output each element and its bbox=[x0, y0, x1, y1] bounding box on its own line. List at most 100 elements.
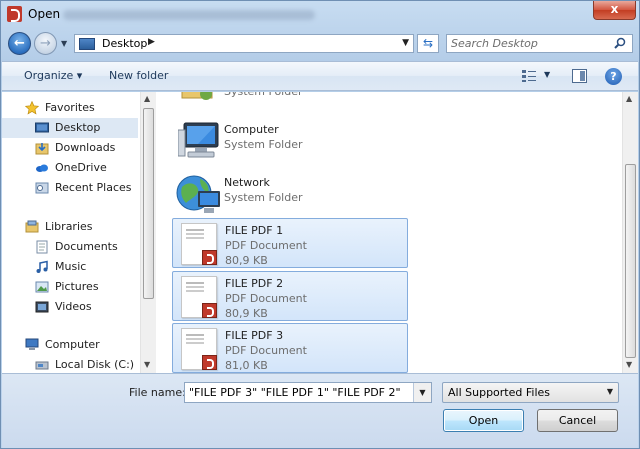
window-title: Open bbox=[28, 7, 61, 21]
sidebar-item-music[interactable]: Music bbox=[2, 257, 138, 277]
downloads-icon bbox=[35, 143, 49, 155]
recent-locations-dropdown-icon[interactable]: ▼ bbox=[61, 39, 69, 48]
file-type: PDF Document bbox=[225, 344, 307, 357]
scrollbar-thumb[interactable] bbox=[625, 164, 636, 358]
user-folder-icon bbox=[181, 92, 213, 100]
file-type: System Folder bbox=[224, 191, 303, 204]
computer-icon bbox=[25, 338, 39, 350]
chevron-down-icon[interactable]: ▼ bbox=[413, 383, 431, 402]
network-icon bbox=[176, 175, 220, 213]
help-button[interactable]: ? bbox=[605, 68, 622, 85]
title-bar[interactable]: Open x bbox=[1, 1, 639, 29]
file-size: 80,9 KB bbox=[225, 254, 268, 267]
sidebar-item-label: Favorites bbox=[45, 101, 95, 114]
close-button[interactable]: x bbox=[593, 1, 636, 20]
view-options-dropdown-icon[interactable]: ▼ bbox=[544, 70, 550, 79]
file-name: Network bbox=[224, 176, 270, 189]
change-view-icon[interactable] bbox=[521, 69, 537, 83]
file-name: FILE PDF 1 bbox=[225, 224, 284, 237]
sidebar-item-desktop[interactable]: Desktop bbox=[2, 118, 138, 138]
sidebar-item-pictures[interactable]: Pictures bbox=[2, 277, 138, 297]
back-button[interactable]: ← bbox=[8, 32, 31, 55]
file-type-filter-value: All Supported Files bbox=[448, 386, 551, 399]
search-box[interactable] bbox=[446, 34, 633, 53]
cancel-button[interactable]: Cancel bbox=[537, 409, 618, 432]
pdf-file-icon bbox=[181, 328, 217, 370]
file-item-pdf-2[interactable]: FILE PDF 2 PDF Document 80,9 KB bbox=[172, 271, 408, 321]
navigation-scrollbar[interactable]: ▲ ▼ bbox=[140, 92, 156, 373]
sidebar-item-label: Desktop bbox=[55, 121, 101, 134]
new-folder-button[interactable]: New folder bbox=[109, 69, 168, 82]
documents-icon bbox=[36, 240, 48, 254]
scroll-up-icon[interactable]: ▲ bbox=[626, 94, 632, 103]
sidebar-item-libraries[interactable]: Libraries bbox=[2, 217, 138, 237]
file-item-pdf-1[interactable]: FILE PDF 1 PDF Document 80,9 KB bbox=[172, 218, 408, 268]
chevron-right-icon[interactable]: ▶ bbox=[148, 37, 155, 47]
sidebar-item-videos[interactable]: Videos bbox=[2, 297, 138, 317]
file-name-input[interactable] bbox=[189, 385, 411, 400]
open-button[interactable]: Open bbox=[443, 409, 524, 432]
file-size: 81,0 KB bbox=[225, 359, 268, 372]
refresh-button[interactable]: ⇆ bbox=[417, 34, 439, 53]
sidebar-item-onedrive[interactable]: OneDrive bbox=[2, 158, 138, 178]
address-bar[interactable]: Desktop ▶ ▼ bbox=[74, 34, 414, 53]
address-location[interactable]: Desktop bbox=[102, 37, 147, 50]
sidebar-item-label: Libraries bbox=[45, 220, 93, 233]
chevron-down-icon[interactable]: ▼ bbox=[402, 38, 409, 48]
sidebar-item-favorites[interactable]: Favorites bbox=[2, 98, 138, 118]
sidebar-item-label: Videos bbox=[55, 300, 92, 313]
chevron-down-icon[interactable]: ▼ bbox=[607, 387, 613, 396]
sidebar-item-documents[interactable]: Documents bbox=[2, 237, 138, 257]
scroll-up-icon[interactable]: ▲ bbox=[144, 94, 150, 103]
blurred-title-region bbox=[63, 10, 315, 20]
videos-icon bbox=[35, 301, 49, 313]
app-icon bbox=[7, 6, 22, 22]
pdf-file-icon bbox=[181, 276, 217, 318]
preview-pane-icon[interactable] bbox=[572, 69, 587, 83]
pictures-icon bbox=[35, 281, 49, 293]
navigation-pane: Favorites Desktop Downloads OneDrive Rec… bbox=[2, 92, 139, 373]
file-item-computer[interactable]: Computer System Folder bbox=[172, 118, 408, 168]
forward-arrow-icon: → bbox=[40, 36, 51, 51]
file-type: System Folder bbox=[224, 138, 303, 151]
search-input[interactable] bbox=[451, 36, 611, 51]
sidebar-item-label: Local Disk (C:) bbox=[55, 358, 135, 371]
sidebar-item-label: Recent Places bbox=[55, 181, 132, 194]
file-list-scrollbar[interactable]: ▲ ▼ bbox=[622, 92, 638, 373]
sidebar-item-label: Downloads bbox=[55, 141, 116, 154]
sidebar-item-computer[interactable]: Computer bbox=[2, 335, 138, 355]
recent-places-icon bbox=[35, 182, 49, 194]
sidebar-item-label: Music bbox=[55, 260, 87, 273]
file-name: Computer bbox=[224, 123, 279, 136]
file-type: PDF Document bbox=[225, 239, 307, 252]
scroll-down-icon[interactable]: ▼ bbox=[626, 360, 632, 369]
file-item-pdf-3[interactable]: FILE PDF 3 PDF Document 81,0 KB bbox=[172, 323, 408, 373]
search-icon[interactable] bbox=[614, 37, 626, 49]
forward-button[interactable]: → bbox=[34, 32, 57, 55]
file-item-network[interactable]: Network System Folder bbox=[172, 171, 408, 221]
music-icon bbox=[36, 260, 48, 273]
scrollbar-thumb[interactable] bbox=[143, 108, 154, 299]
file-name: FILE PDF 3 bbox=[225, 329, 284, 342]
organize-menu[interactable]: Organize ▾ bbox=[24, 69, 82, 82]
file-list: System Folder Computer System Folder bbox=[158, 92, 620, 373]
content-area: Favorites Desktop Downloads OneDrive Rec… bbox=[2, 92, 638, 373]
open-dialog: Open x ← → ▼ Desktop ▶ ▼ ⇆ Organize ▾ Ne… bbox=[0, 0, 640, 449]
onedrive-icon bbox=[36, 164, 48, 172]
pdf-file-icon bbox=[181, 223, 217, 265]
star-icon bbox=[25, 101, 39, 115]
sidebar-item-label: Computer bbox=[45, 338, 100, 351]
file-name-combobox[interactable]: ▼ bbox=[184, 382, 432, 403]
sidebar-item-label: Pictures bbox=[55, 280, 99, 293]
computer-icon bbox=[178, 122, 219, 158]
sidebar-item-local-disk[interactable]: Local Disk (C:) bbox=[2, 355, 138, 375]
sidebar-item-recent-places[interactable]: Recent Places bbox=[2, 178, 138, 198]
disk-icon bbox=[35, 361, 49, 370]
sidebar-item-label: Documents bbox=[55, 240, 118, 253]
refresh-icon: ⇆ bbox=[422, 36, 434, 50]
scroll-down-icon[interactable]: ▼ bbox=[144, 360, 150, 369]
sidebar-item-label: OneDrive bbox=[55, 161, 107, 174]
file-type-filter-select[interactable]: All Supported Files ▼ bbox=[442, 382, 619, 403]
sidebar-item-downloads[interactable]: Downloads bbox=[2, 138, 138, 158]
back-arrow-icon: ← bbox=[14, 36, 25, 51]
